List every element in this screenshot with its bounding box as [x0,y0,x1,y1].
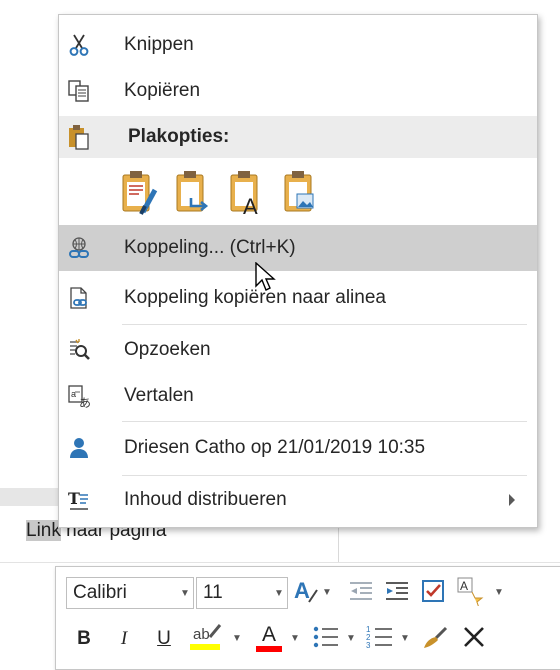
menu-item-label: Inhoud distribueren [124,489,287,510]
menu-item-kopieren[interactable]: Kopiëren [59,68,537,114]
svg-text:A: A [460,579,468,593]
document-line [0,562,560,563]
font-color-swatch [256,646,282,652]
menu-item-knippen[interactable]: Knippen [59,22,537,68]
menu-separator [122,421,527,422]
menu-item-label: Opzoeken [124,339,211,360]
menu-item-koppeling[interactable]: Koppeling... (Ctrl+K) [59,225,537,271]
decrease-indent-icon [348,580,374,607]
text-effects-icon: A [293,578,319,609]
context-menu: Knippen Kopiëren Plakopties: A Koppeling… [58,14,538,528]
keep-text-only-icon: A [229,170,267,221]
chevron-down-icon[interactable]: ▼ [177,588,193,599]
paste-option-picture[interactable] [279,169,324,221]
text-effects-button[interactable]: A [292,577,320,609]
scissors-icon [67,33,91,57]
svg-text:3: 3 [366,641,371,650]
svg-text:あ: あ [79,396,91,408]
svg-text:A: A [243,194,258,216]
chevron-down-icon[interactable]: ▼ [290,633,300,644]
highlight-pen-icon: ab [190,621,226,656]
person-icon [67,436,91,460]
menu-header-plakopties: Plakopties: [59,116,537,158]
menu-header-label: Plakopties: [128,126,230,147]
increase-indent-button[interactable] [382,579,412,607]
copy-link-icon [67,286,91,310]
numbering-button[interactable]: 123 [364,623,396,655]
italic-label: I [120,628,128,649]
clear-formatting-button[interactable] [458,623,490,655]
copy-icon [67,79,91,103]
bold-button[interactable]: B [70,623,98,655]
menu-item-inhoud-distribueren[interactable]: T Inhoud distribueren [59,477,537,523]
document-shading [0,488,60,506]
chevron-down-icon[interactable]: ▼ [400,633,410,644]
menu-item-comment-author[interactable]: Driesen Catho op 21/01/2019 10:35 [59,425,537,471]
increase-indent-icon [384,580,410,607]
font-name-value: Calibri [73,582,127,603]
menu-item-koppeling-kopieren[interactable]: Koppeling kopiëren naar alinea [59,275,537,321]
menu-item-vertalen[interactable]: aあ Vertalen [59,373,537,419]
font-size-value: 11 [203,582,223,603]
selected-word[interactable]: Link [26,520,61,541]
menu-item-label: Knippen [124,34,194,55]
font-name-combo[interactable]: Calibri ▼ [66,577,194,609]
styles-button[interactable]: A [454,577,488,609]
svg-text:A: A [294,578,310,603]
svg-text:a: a [71,389,76,399]
underline-label: U [157,628,171,649]
svg-text:ab: ab [193,626,210,643]
font-color-icon: A [256,624,282,652]
svg-text:T: T [68,489,80,508]
menu-separator [122,324,527,325]
bold-label: B [77,628,91,649]
chevron-down-icon[interactable]: ▼ [494,587,504,598]
chevron-down-icon[interactable]: ▼ [322,587,332,598]
chevron-down-icon[interactable]: ▼ [271,588,287,599]
styles-icon: A [456,576,486,611]
picture-icon [283,170,321,221]
paste-options-row: A [117,165,324,225]
menu-item-label: Koppeling... (Ctrl+K) [124,237,296,258]
merge-formatting-icon [175,170,213,221]
menu-item-label: Kopiëren [124,80,201,101]
menu-item-label: Vertalen [124,385,194,406]
smart-lookup-icon [67,338,91,362]
translate-icon: aあ [67,384,91,408]
mini-toolbar: Calibri ▼ 11 ▼ A ▼ A ▼ B I U ab ▼ A ▼ ▼ … [55,566,560,670]
decrease-indent-button[interactable] [346,579,376,607]
bullets-button[interactable] [310,623,342,655]
submenu-arrow-icon [509,494,515,506]
bullet-list-icon [312,625,340,654]
italic-button[interactable]: I [110,623,138,655]
mouse-cursor-icon [255,262,276,291]
checkbox-style-button[interactable] [418,577,448,609]
close-icon [462,625,486,654]
chevron-down-icon[interactable]: ▼ [346,633,356,644]
underline-button[interactable]: U [150,623,178,655]
format-painter-button[interactable] [418,623,452,655]
keep-source-formatting-icon [121,170,159,221]
paste-icon [67,125,91,150]
menu-separator [122,475,527,476]
font-color-button[interactable]: A [252,621,286,655]
link-icon [67,236,91,260]
font-size-combo[interactable]: 11 ▼ [196,577,288,609]
font-color-letter: A [261,623,276,646]
paste-option-keep-source[interactable] [117,169,162,221]
highlight-color-button[interactable]: ab [188,621,228,655]
menu-item-opzoeken[interactable]: Opzoeken [59,327,537,373]
distribute-icon: T [67,488,91,512]
format-painter-icon [420,624,450,655]
paste-option-keep-text-only[interactable]: A [225,169,270,221]
paste-option-merge-formatting[interactable] [171,169,216,221]
chevron-down-icon[interactable]: ▼ [232,633,242,644]
menu-item-label: Driesen Catho op 21/01/2019 10:35 [124,437,426,458]
numbered-list-icon: 123 [366,624,394,655]
checkbox-icon [420,578,446,609]
